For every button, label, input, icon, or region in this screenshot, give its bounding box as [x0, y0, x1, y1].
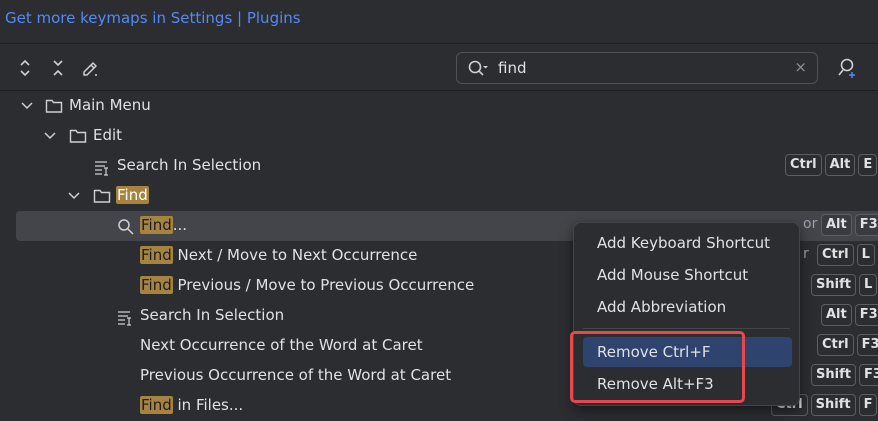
keymap-toolbar: ×	[0, 45, 878, 91]
key-ctrl: Ctrl	[817, 334, 854, 356]
menu-item-label: Add Abbreviation	[597, 298, 727, 316]
match-highlight: Find	[116, 186, 149, 204]
tree-label: Search In Selection	[140, 306, 285, 324]
match-highlight: Find	[140, 246, 173, 264]
menu-item-label: Remove Alt+F3	[597, 375, 714, 393]
key-l: L	[856, 244, 875, 266]
search-input[interactable]	[498, 57, 778, 79]
shortcut-keys: Alt F3	[821, 304, 878, 326]
shortcut-keys: Shift L	[811, 274, 878, 296]
shortcut-keys: Shift F3	[811, 364, 878, 386]
add-keyboard-shortcut-item[interactable]: Add Keyboard Shortcut	[583, 228, 792, 258]
shortcut-keys: Ctrl F3	[817, 334, 878, 356]
search-history-icon[interactable]	[467, 59, 489, 79]
key-ctrl: Ctrl	[817, 244, 854, 266]
key-shift: Shift	[811, 364, 856, 386]
key-e: E	[858, 154, 878, 176]
clear-search-icon[interactable]: ×	[794, 58, 807, 76]
tree-label: Find	[116, 186, 149, 204]
label-rest: in Files...	[172, 396, 244, 414]
key-f3: F3	[854, 214, 878, 236]
context-menu: Add Keyboard Shortcut Add Mouse Shortcut…	[573, 222, 800, 406]
folder-icon	[69, 129, 87, 143]
menu-item-label: Remove Ctrl+F	[597, 343, 711, 361]
key-alt: Alt	[821, 214, 852, 236]
tree-row-main-menu[interactable]: Main Menu	[0, 91, 878, 121]
tree-label: Edit	[93, 126, 123, 144]
key-f: F	[858, 394, 878, 416]
add-mouse-shortcut-item[interactable]: Add Mouse Shortcut	[583, 260, 792, 290]
key-f3: F3	[854, 304, 878, 326]
tree-label: Find...	[140, 216, 187, 234]
label-rest: Next / Move to Next Occurrence	[172, 246, 418, 264]
match-highlight: Find	[140, 216, 173, 234]
keymap-search-box: ×	[456, 52, 818, 84]
plugins-link-bar: Get more keymaps in Settings | Plugins	[0, 0, 878, 44]
chevron-down-icon[interactable]	[67, 189, 81, 203]
menu-item-label: Add Mouse Shortcut	[597, 266, 749, 284]
key-f3: F3	[858, 364, 878, 386]
label-rest: Previous / Move to Previous Occurrence	[172, 276, 475, 294]
key-f3: F3	[856, 334, 878, 356]
match-highlight: Find	[140, 276, 173, 294]
shortcut-keys: Ctrl L	[817, 244, 875, 266]
shortcut-keys: Alt F3	[821, 214, 878, 236]
tree-label: Find Next / Move to Next Occurrence	[140, 246, 417, 264]
find-by-shortcut-icon[interactable]	[836, 57, 858, 79]
folder-icon	[45, 99, 63, 113]
tree-row-search-in-selection[interactable]: Search In Selection Ctrl Alt E	[0, 151, 878, 181]
key-alt: Alt	[821, 304, 852, 326]
edit-icon[interactable]	[80, 58, 100, 78]
tree-label: Next Occurrence of the Word at Caret	[140, 336, 423, 354]
keymaps-plugins-link[interactable]: Get more keymaps in Settings | Plugins	[5, 9, 301, 27]
tree-row-find-folder[interactable]: Find	[0, 181, 878, 211]
folder-icon	[93, 189, 111, 203]
search-in-selection-icon	[95, 161, 108, 176]
tree-label: Previous Occurrence of the Word at Caret	[140, 366, 452, 384]
match-highlight: Find	[140, 396, 173, 414]
tree-row-edit[interactable]: Edit	[0, 121, 878, 151]
shortcut-keys: Ctrl Alt E	[785, 154, 878, 176]
remove-ctrl-f-item[interactable]: Remove Ctrl+F	[583, 337, 792, 367]
add-abbreviation-item[interactable]: Add Abbreviation	[583, 292, 792, 322]
key-shift: Shift	[810, 394, 856, 416]
chevron-down-icon[interactable]	[43, 129, 57, 143]
search-in-selection-icon	[118, 311, 131, 326]
shortcut-trail-text: r	[803, 246, 809, 262]
chevron-down-icon[interactable]	[20, 99, 34, 113]
key-shift: Shift	[811, 274, 856, 296]
tree-label: Find Previous / Move to Previous Occurre…	[140, 276, 474, 294]
expand-all-icon[interactable]	[15, 58, 35, 78]
tree-label: Main Menu	[69, 96, 151, 114]
menu-separator	[583, 328, 790, 329]
shortcut-trail-text: or	[803, 216, 818, 232]
remove-alt-f3-item[interactable]: Remove Alt+F3	[583, 369, 792, 399]
tree-label: Find in Files...	[140, 396, 243, 414]
tree-label: Search In Selection	[117, 156, 262, 174]
collapse-all-icon[interactable]	[48, 58, 68, 78]
search-icon	[118, 219, 134, 235]
menu-item-label: Add Keyboard Shortcut	[597, 234, 770, 252]
key-ctrl: Ctrl	[785, 154, 822, 176]
key-alt: Alt	[824, 154, 856, 176]
label-rest: ...	[172, 216, 188, 234]
key-l: L	[858, 274, 878, 296]
